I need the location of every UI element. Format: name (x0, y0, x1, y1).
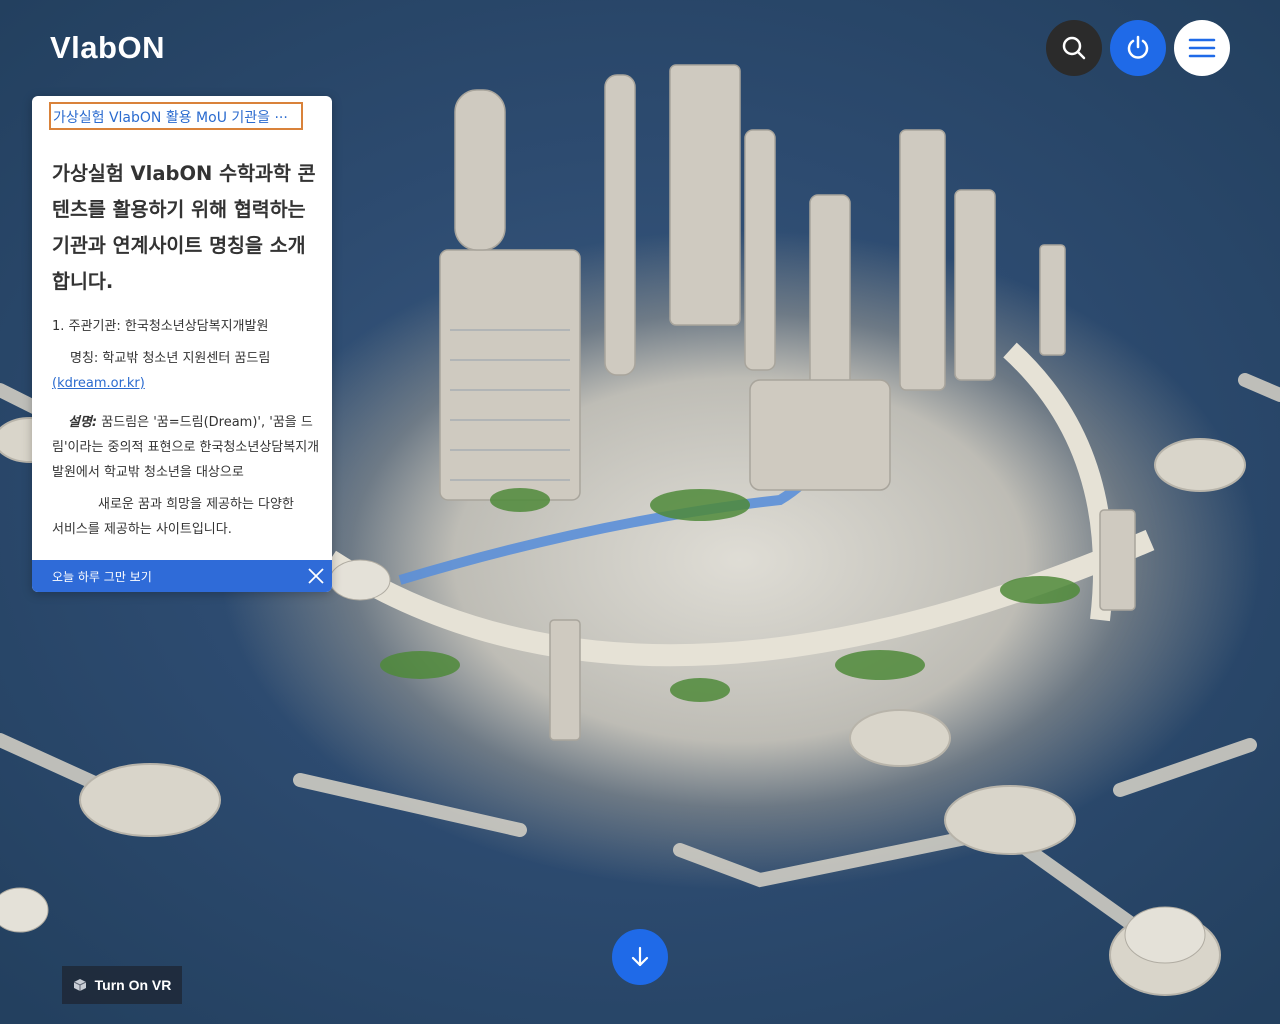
popup-url-link[interactable]: (kdream.or.kr) (52, 371, 320, 396)
popup-description: 설명: 꿈드림은 '꿈=드림(Dream)', '꿈을 드림'이라는 중의적 표… (52, 410, 320, 485)
popup-footer: 오늘 하루 그만 보기 (32, 560, 332, 592)
cube-icon (73, 979, 86, 991)
search-icon (1062, 36, 1086, 60)
turn-on-vr-button[interactable]: Turn On VR (62, 966, 182, 1004)
hamburger-menu-icon (1188, 38, 1216, 58)
popup-item-1: 1. 주관기관: 한국청소년상담복지개발원 (52, 314, 320, 339)
popup-body: 1. 주관기관: 한국청소년상담복지개발원 명칭: 학교밖 청소년 지원센터 꿈… (52, 314, 320, 542)
hide-today-button[interactable]: 오늘 하루 그만 보기 (52, 568, 152, 585)
popup-name-line: 명칭: 학교밖 청소년 지원센터 꿈드림 (70, 351, 271, 366)
vr-button-label: Turn On VR (94, 977, 172, 993)
popup-heading: 가상실험 VlabON 수학과학 콘텐츠를 활용하기 위해 협력하는 기관과 연… (52, 162, 316, 293)
scroll-down-button[interactable] (612, 929, 668, 985)
arrow-down-icon (631, 946, 649, 967)
popup-item-text: 주관기관: 한국청소년상담복지개발원 (68, 319, 269, 334)
popup-title-link[interactable]: 가상실험 VlabON 활용 MoU 기관을 ··· (49, 102, 303, 130)
popup-desc2-first: 새로운 꿈과 희망을 제공하는 다양한 (98, 497, 294, 512)
popup-desc2-rest: 서비스를 제공하는 사이트입니다. (52, 522, 232, 537)
popup-description-2: 새로운 꿈과 희망을 제공하는 다양한 서비스를 제공하는 사이트입니다. (52, 492, 320, 542)
popup-item-number: 1. (52, 319, 65, 334)
menu-button[interactable] (1174, 20, 1230, 76)
vlabon-logo[interactable]: VlabON (50, 30, 165, 66)
power-button[interactable] (1110, 20, 1166, 76)
notice-popup: 가상실험 VlabON 활용 MoU 기관을 ··· 가상실험 VlabON 수… (32, 96, 332, 592)
power-icon (1127, 35, 1149, 59)
popup-desc-label: 설명: (68, 415, 98, 430)
close-icon[interactable] (308, 568, 324, 584)
search-button[interactable] (1046, 20, 1102, 76)
